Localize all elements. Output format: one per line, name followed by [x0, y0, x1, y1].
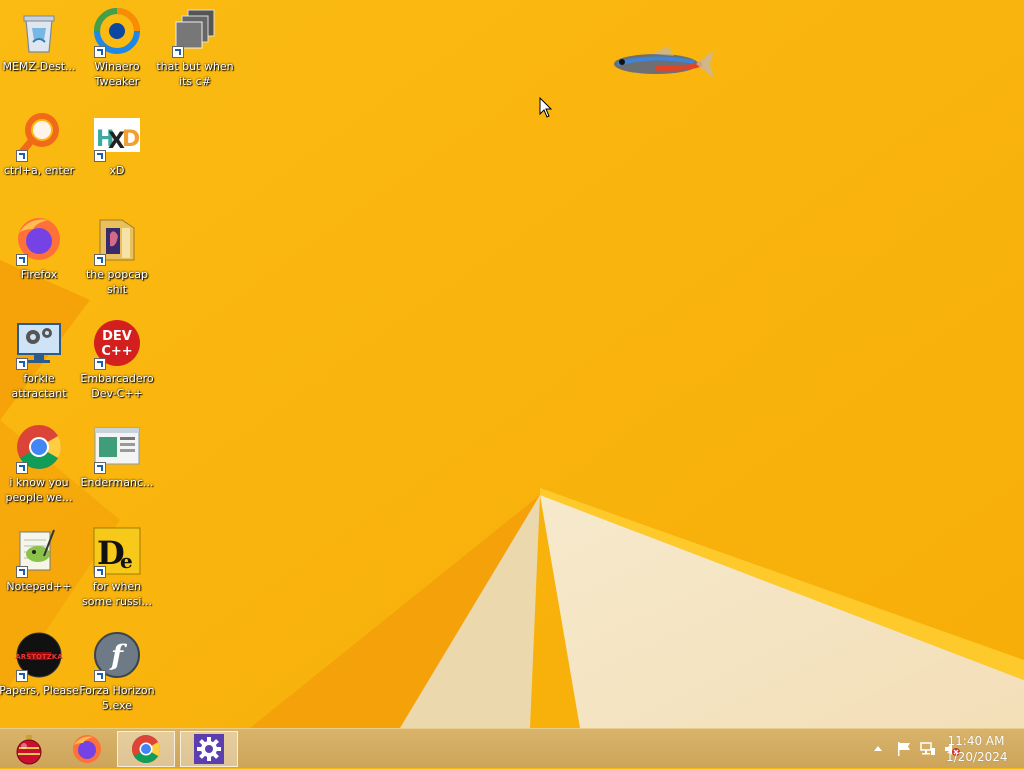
shortcut-arrow-icon: [16, 462, 28, 474]
svg-text:C++: C++: [101, 344, 132, 359]
svg-text:DEV: DEV: [102, 329, 132, 344]
desktop-icon-label: that but when its c#: [156, 60, 234, 88]
desktop-icon[interactable]: ctrl+a, enter: [0, 104, 78, 204]
desktop-icon-label: Forza Horizon 5.exe: [79, 684, 155, 712]
desktop-icon-label: Endermanc...: [80, 476, 154, 489]
shortcut-arrow-icon: [172, 46, 184, 58]
papers-please-icon: ARSTOTZKA: [14, 630, 64, 682]
flash-icon: f: [92, 630, 142, 682]
desktop-icon-label: xD: [109, 164, 125, 177]
de-icon: De: [92, 526, 142, 578]
shortcut-arrow-icon: [94, 462, 106, 474]
desktop-icon[interactable]: Notepad++: [0, 520, 78, 620]
chrome-taskbar-button[interactable]: [117, 731, 175, 767]
desktop[interactable]: MEMZ-Dest... Winaero Tweaker that but when…: [0, 0, 1024, 728]
shortcut-arrow-icon: [94, 46, 106, 58]
desktop-icon-label: forkie attractant: [11, 372, 67, 400]
clock-time: 11:40 AM: [947, 734, 1005, 748]
gear-icon: [194, 734, 224, 764]
desktop-icon-label: ctrl+a, enter: [3, 164, 75, 177]
desktop-icon-label: Winaero Tweaker: [94, 60, 140, 88]
desktop-icon-label: MEMZ-Dest...: [2, 60, 76, 73]
network-icon[interactable]: [920, 741, 936, 757]
gear-monitor-icon: [14, 318, 64, 370]
winaero-tweaker-icon: [92, 6, 142, 58]
desktop-icon[interactable]: H X D xD: [78, 104, 156, 204]
magnifier-icon: [14, 110, 64, 162]
desktop-icon-label: Firefox: [20, 268, 58, 281]
chrome-icon: [14, 422, 64, 474]
chrome-icon: [132, 735, 160, 763]
svg-text:D: D: [122, 127, 140, 152]
hxd-icon: HXD: [92, 110, 142, 162]
clock-date: 1/20/2024: [946, 750, 1008, 764]
clock[interactable]: 11:40 AM 1/20/2024: [946, 733, 1008, 765]
desktop-icon-label: the popcap shit: [85, 268, 148, 296]
desktop-icon-label: Notepad++: [6, 580, 72, 593]
settings-taskbar-button[interactable]: [180, 731, 238, 767]
shortcut-arrow-icon: [94, 254, 106, 266]
shortcut-arrow-icon: [16, 670, 28, 682]
desktop-icon[interactable]: that but when its c#: [156, 0, 234, 100]
firefox-taskbar-button[interactable]: [58, 731, 116, 767]
stacked-windows-icon: [170, 6, 220, 58]
devcpp-icon: DEV C++: [92, 318, 142, 370]
svg-text:e: e: [120, 549, 133, 573]
desktop-icon[interactable]: DEV C++ Embarcadero Dev-C++: [78, 312, 156, 412]
firefox-icon: [14, 214, 64, 266]
desktop-icon[interactable]: f Forza Horizon 5.exe: [78, 624, 156, 724]
recycle-bin-icon: [14, 6, 64, 56]
svg-text:ARSTOTZKA: ARSTOTZKA: [15, 653, 63, 661]
desktop-icon[interactable]: Winaero Tweaker: [78, 0, 156, 100]
desktop-icon-label: for when some russi...: [82, 580, 152, 608]
ornament-icon: [16, 735, 42, 765]
taskbar: 11:40 AM 1/20/2024: [0, 728, 1024, 768]
desktop-icon[interactable]: MEMZ-Dest...: [0, 0, 78, 100]
desktop-icon-label: Papers, Please: [0, 684, 79, 697]
shortcut-arrow-icon: [94, 566, 106, 578]
ornament-app-button[interactable]: [0, 731, 58, 767]
chevron-up-icon[interactable]: [872, 743, 884, 753]
desktop-icon-label: Embarcadero Dev-C++: [80, 372, 154, 400]
desktop-icon[interactable]: the popcap shit: [78, 208, 156, 308]
shortcut-arrow-icon: [94, 358, 106, 370]
shortcut-arrow-icon: [16, 254, 28, 266]
desktop-icon[interactable]: ARSTOTZKA Papers, Please: [0, 624, 79, 724]
desktop-icon[interactable]: Endermanc...: [78, 416, 156, 516]
shortcut-arrow-icon: [94, 150, 106, 162]
shortcut-arrow-icon: [16, 358, 28, 370]
desktop-icon-label: i know you people we...: [5, 476, 73, 504]
shortcut-arrow-icon: [94, 670, 106, 682]
shortcut-arrow-icon: [16, 150, 28, 162]
desktop-icon[interactable]: Firefox: [0, 208, 78, 308]
desktop-icon[interactable]: De for when some russi...: [78, 520, 156, 620]
desktop-icon[interactable]: forkie attractant: [0, 312, 78, 412]
window-app-icon: [92, 422, 142, 474]
flag-icon[interactable]: [896, 741, 912, 757]
desktop-icon[interactable]: i know you people we...: [0, 416, 78, 516]
shortcut-arrow-icon: [16, 566, 28, 578]
mouse-cursor: [539, 97, 553, 118]
fish-sprite: [614, 46, 714, 78]
folder-icon: [92, 214, 142, 266]
firefox-icon: [73, 735, 101, 763]
notepadpp-icon: [14, 526, 64, 578]
